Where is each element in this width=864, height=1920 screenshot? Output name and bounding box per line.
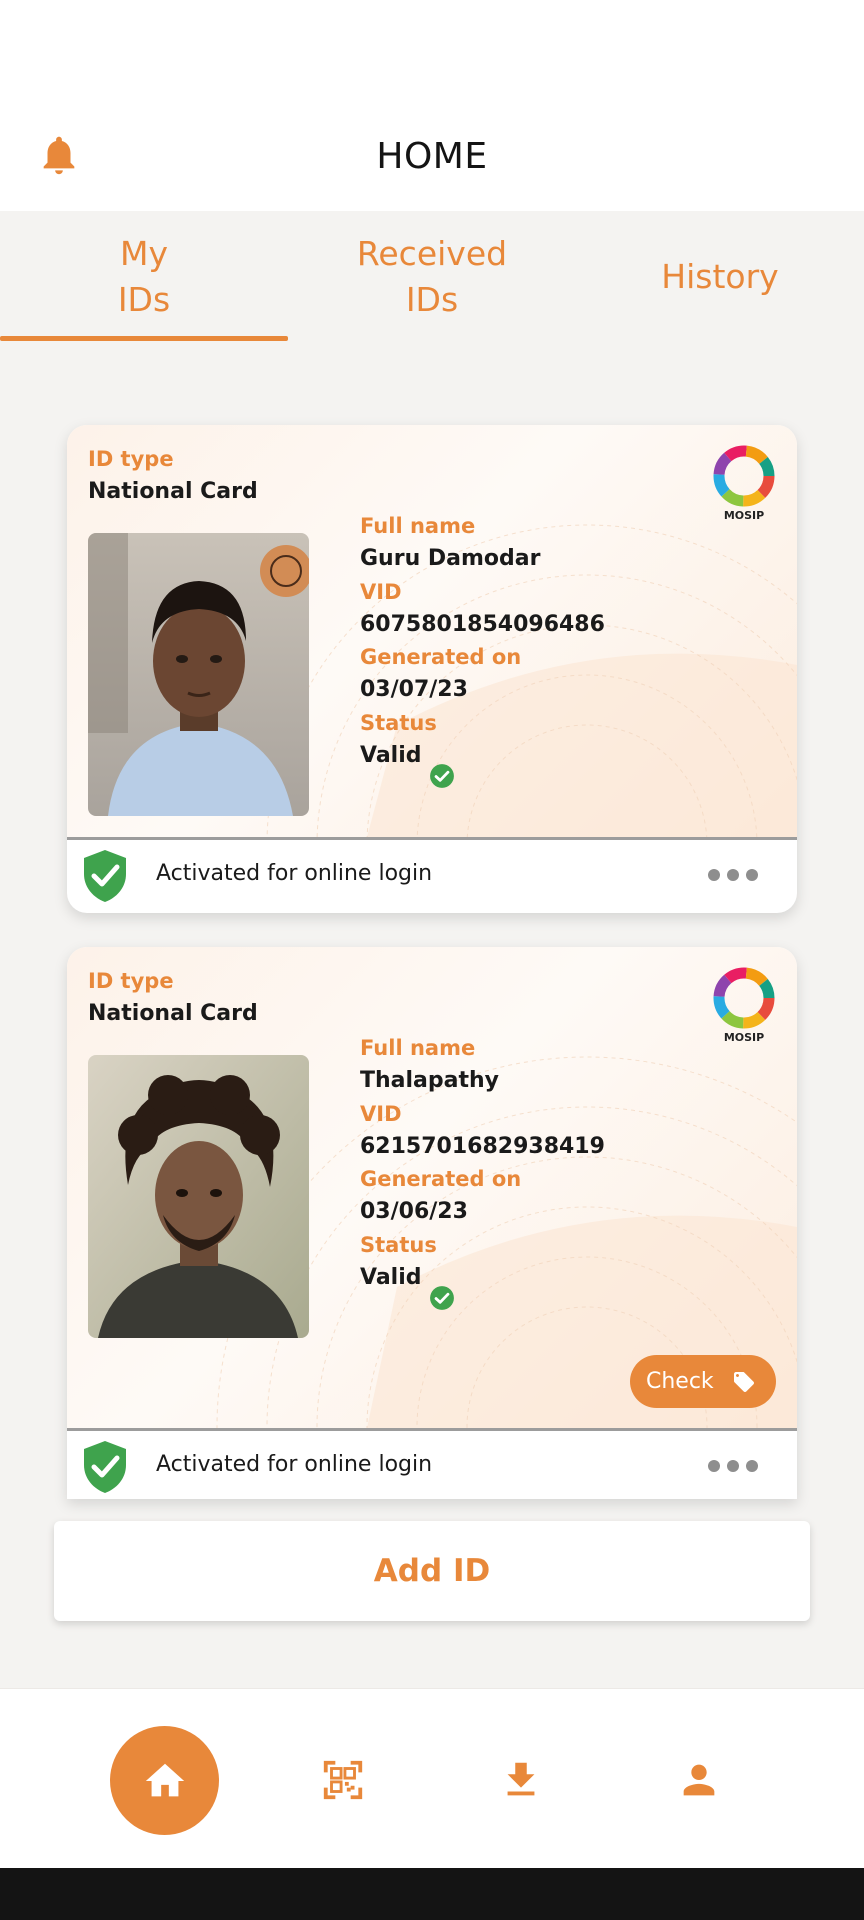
generated-on-value: 03/06/23 xyxy=(360,1199,468,1224)
id-card[interactable]: ID type National Card MOSIP xyxy=(67,947,797,1499)
mosip-logo: MOSIP xyxy=(713,967,775,1044)
tab-history[interactable]: History xyxy=(576,211,864,343)
activation-status-text: Activated for online login xyxy=(156,1452,433,1477)
more-options-icon[interactable] xyxy=(707,1459,759,1473)
qr-scan-icon[interactable] xyxy=(320,1757,366,1803)
activation-row: Activated for online login xyxy=(67,1431,797,1499)
status-value: Valid xyxy=(360,1265,422,1290)
profile-photo xyxy=(88,533,309,816)
tab-my-ids[interactable]: My IDs xyxy=(0,211,288,343)
full-name-value: Guru Damodar xyxy=(360,546,541,571)
nav-home-button[interactable] xyxy=(110,1726,219,1835)
vid-label: VID xyxy=(360,580,402,604)
card-body: ID type National Card MOSIP xyxy=(67,425,797,837)
status-label: Status xyxy=(360,711,437,735)
card-body: ID type National Card MOSIP xyxy=(67,947,797,1428)
valid-check-icon xyxy=(430,1286,454,1310)
vid-label: VID xyxy=(360,1102,402,1126)
generated-on-label: Generated on xyxy=(360,1167,522,1191)
download-icon[interactable] xyxy=(498,1757,544,1803)
shield-check-icon xyxy=(84,850,126,902)
profile-photo xyxy=(88,1055,309,1338)
active-tab-indicator xyxy=(0,336,288,341)
check-button[interactable]: Check xyxy=(630,1355,776,1408)
id-type-label: ID type xyxy=(88,447,174,471)
id-type-value: National Card xyxy=(88,479,258,504)
add-id-button[interactable]: Add ID xyxy=(54,1521,810,1621)
vid-value: 6215701682938419 xyxy=(360,1134,605,1159)
status-label: Status xyxy=(360,1233,437,1257)
tag-icon xyxy=(734,1372,754,1392)
activation-status-text: Activated for online login xyxy=(156,861,433,886)
tab-bar: My IDs Received IDs History xyxy=(0,211,864,343)
id-card[interactable]: ID type National Card MOSIP xyxy=(67,425,797,913)
valid-check-icon xyxy=(430,764,454,788)
generated-on-value: 03/07/23 xyxy=(360,677,468,702)
tab-received-ids[interactable]: Received IDs xyxy=(288,211,576,343)
check-button-label: Check xyxy=(646,1369,714,1394)
status-bar xyxy=(0,0,864,70)
generated-on-label: Generated on xyxy=(360,645,522,669)
id-type-label: ID type xyxy=(88,969,174,993)
shield-check-icon xyxy=(84,1441,126,1493)
page-title: HOME xyxy=(376,136,488,177)
full-name-value: Thalapathy xyxy=(360,1068,500,1093)
more-options-icon[interactable] xyxy=(707,868,759,882)
full-name-label: Full name xyxy=(360,514,476,538)
home-icon xyxy=(145,1763,184,1796)
system-navigation-bar xyxy=(0,1868,864,1920)
profile-icon[interactable] xyxy=(676,1757,722,1803)
bottom-navigation xyxy=(0,1688,864,1868)
id-type-value: National Card xyxy=(88,1001,258,1026)
mosip-logo: MOSIP xyxy=(713,445,775,522)
activation-row: Activated for online login xyxy=(67,840,797,912)
svg-text:MOSIP: MOSIP xyxy=(724,1031,764,1044)
status-value: Valid xyxy=(360,743,422,768)
vid-value: 6075801854096486 xyxy=(360,612,605,637)
app-header: HOME xyxy=(0,70,864,211)
svg-text:MOSIP: MOSIP xyxy=(724,509,764,522)
full-name-label: Full name xyxy=(360,1036,476,1060)
